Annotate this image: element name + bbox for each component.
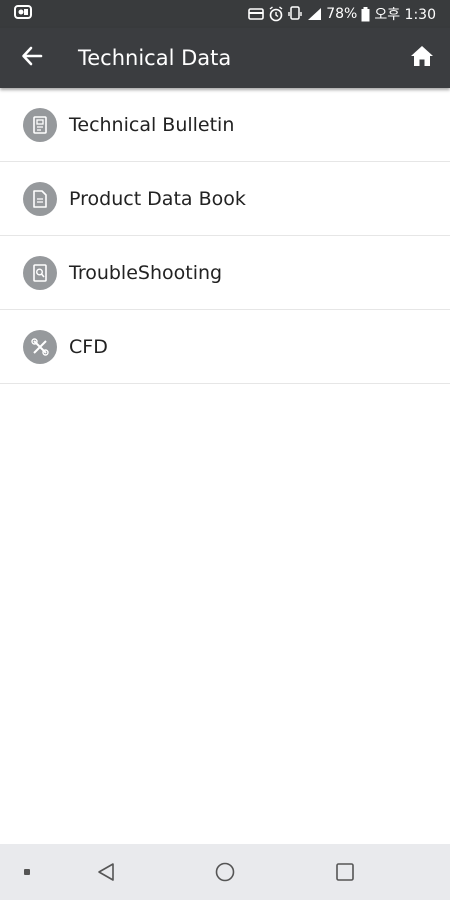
menu-item-label: Technical Bulletin — [69, 113, 235, 136]
menu-item-label: TroubleShooting — [69, 261, 223, 284]
menu-item-label: Product Data Book — [69, 187, 246, 210]
document-icon — [23, 181, 57, 216]
menu-item-technical-bulletin[interactable]: Technical Bulletin — [0, 88, 450, 162]
bulletin-icon — [23, 107, 57, 142]
system-nav-bar — [0, 844, 450, 900]
menu-item-troubleshooting[interactable]: TroubleShooting — [0, 236, 450, 310]
nav-back-icon[interactable] — [95, 861, 117, 887]
back-button[interactable] — [0, 28, 64, 88]
card-icon — [248, 7, 265, 21]
menu-list: Technical Bulletin Product Data Book Tro… — [0, 88, 450, 384]
menu-item-product-data-book[interactable]: Product Data Book — [0, 162, 450, 236]
alarm-icon — [268, 6, 284, 22]
app-bar: Technical Data — [0, 28, 450, 88]
app-notification-icon — [14, 4, 32, 24]
arrow-left-icon — [21, 45, 43, 71]
status-time: 오후 1:30 — [374, 7, 436, 23]
vibrate-icon — [288, 6, 302, 22]
home-icon — [410, 44, 434, 72]
menu-item-cfd[interactable]: CFD — [0, 310, 450, 384]
troubleshooting-icon — [23, 255, 57, 290]
dot-icon[interactable] — [24, 869, 30, 875]
nav-home-icon[interactable] — [214, 861, 236, 887]
page-title: Technical Data — [78, 46, 232, 70]
signal-icon — [306, 7, 322, 21]
menu-item-label: CFD — [69, 335, 108, 358]
nav-recent-icon[interactable] — [335, 862, 355, 886]
battery-text: 78% — [326, 6, 358, 22]
tools-icon — [23, 329, 57, 364]
battery-icon — [361, 6, 370, 22]
home-button[interactable] — [394, 28, 450, 88]
status-bar: 78% 오후 1:30 — [0, 0, 450, 28]
